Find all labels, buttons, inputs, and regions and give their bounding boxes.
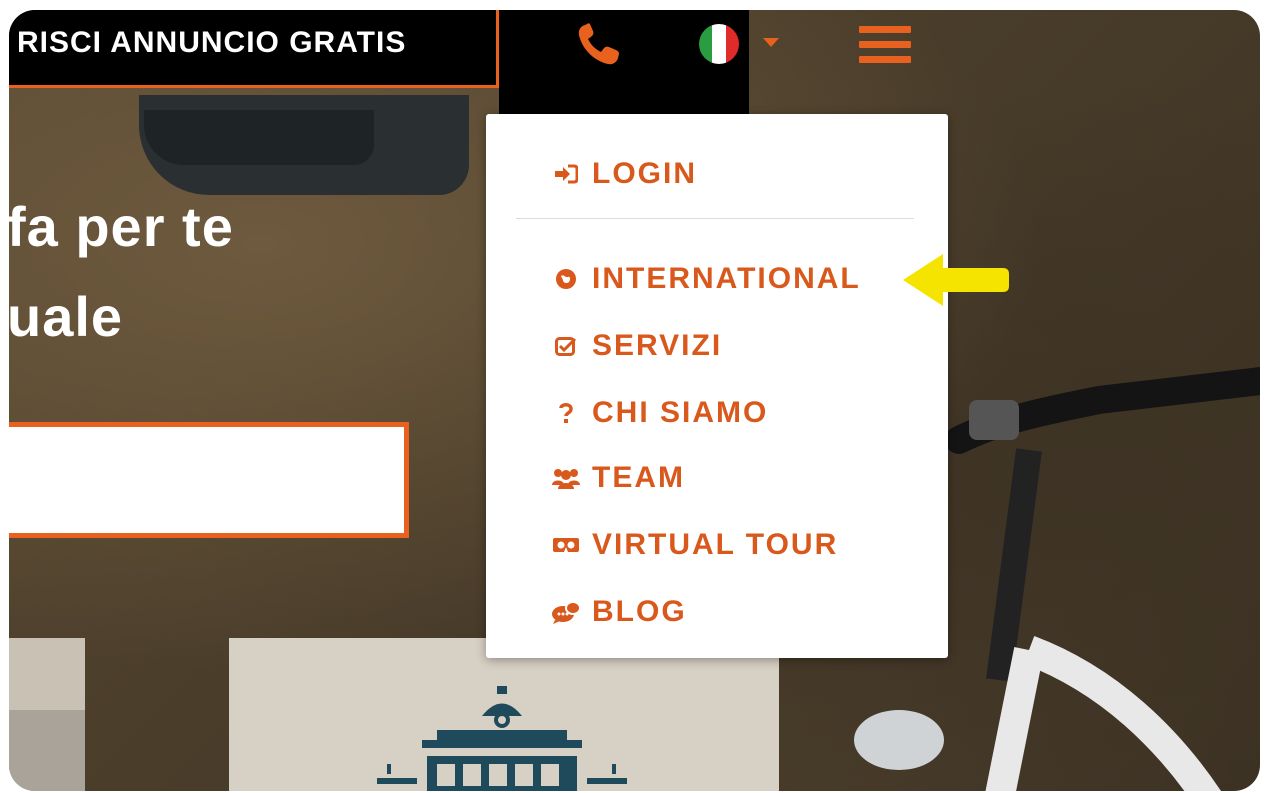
menu-item-label: CHI SIAMO [592, 396, 769, 429]
menu-divider [516, 218, 914, 219]
globe-icon [548, 264, 584, 294]
italy-flag-icon[interactable] [699, 24, 739, 64]
navigation-dropdown-menu: LOGIN INTERNATIONAL SERVIZI CHI SIAMO TE… [486, 114, 948, 658]
check-square-icon [548, 331, 584, 361]
hero-headline: fa per te uale [9, 182, 234, 362]
menu-item-blog[interactable]: BLOG [548, 592, 687, 632]
menu-item-label: SERVIZI [592, 329, 723, 362]
menu-item-login[interactable]: LOGIN [548, 154, 697, 194]
menu-item-international[interactable]: INTERNATIONAL [548, 259, 861, 299]
menu-item-label: BLOG [592, 595, 687, 628]
chat-bubbles-icon [548, 597, 584, 627]
insert-listing-button[interactable]: RISCI ANNUNCIO GRATIS [9, 10, 499, 88]
property-card-image-detail [9, 710, 85, 791]
language-dropdown-chevron-icon[interactable] [763, 38, 779, 47]
insert-listing-label: RISCI ANNUNCIO GRATIS [17, 26, 407, 59]
menu-item-label: TEAM [592, 461, 685, 494]
menu-item-team[interactable]: TEAM [548, 458, 685, 498]
question-icon [548, 398, 584, 428]
hero-line-1: fa per te [9, 195, 234, 258]
menu-item-chi-siamo[interactable]: CHI SIAMO [548, 393, 768, 433]
phone-icon[interactable] [575, 22, 623, 68]
menu-item-servizi[interactable]: SERVIZI [548, 326, 722, 366]
search-input[interactable] [9, 422, 409, 538]
sign-in-icon [548, 159, 584, 189]
menu-item-label: LOGIN [592, 157, 697, 190]
hero-lamp-shadow [144, 110, 374, 165]
menu-item-label: INTERNATIONAL [592, 262, 861, 295]
vr-headset-icon [548, 530, 584, 560]
building-illustration-icon [377, 686, 627, 791]
users-icon [548, 463, 584, 493]
hamburger-menu-icon[interactable] [859, 26, 911, 66]
hero-line-2: uale [9, 285, 124, 348]
menu-item-label: VIRTUAL TOUR [592, 528, 839, 561]
highlight-arrow-icon [903, 254, 1009, 306]
menu-item-virtual-tour[interactable]: VIRTUAL TOUR [548, 525, 838, 565]
page-frame: RISCI ANNUNCIO GRATIS fa per te uale LOG… [9, 10, 1260, 791]
